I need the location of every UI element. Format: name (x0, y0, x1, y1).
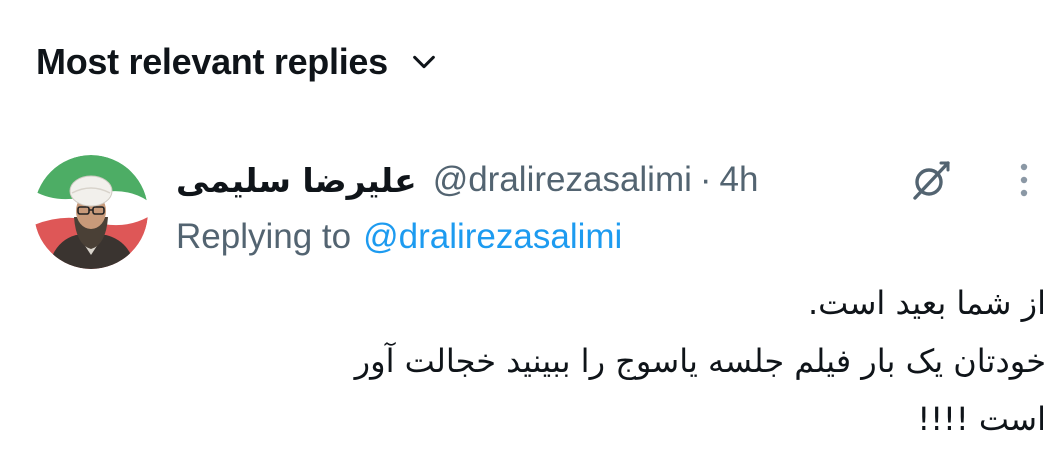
sort-label: Most relevant replies (36, 41, 388, 82)
avatar[interactable] (34, 155, 148, 269)
author-row: علیرضا سلیمی @dralirezasalimi · 4h (176, 154, 758, 206)
tweet-timestamp[interactable]: 4h (720, 160, 759, 200)
author-handle[interactable]: @dralirezasalimi (433, 160, 692, 200)
sort-replies-dropdown[interactable]: Most relevant replies (36, 38, 438, 86)
tweet-text: از شما بعید است. خودتان یک بار فیلم جلسه… (200, 274, 1046, 448)
replying-to: Replying to @dralirezasalimi (176, 212, 622, 262)
author-display-name[interactable]: علیرضا سلیمی (176, 161, 417, 200)
grok-icon[interactable] (903, 152, 959, 208)
separator-dot: · (699, 160, 712, 199)
tweet-text-line: خودتان یک بار فیلم جلسه یاسوج را ببینید … (354, 342, 1046, 380)
tweet-text-line: از شما بعید است. (807, 284, 1046, 322)
tweet-text-line: است !!!! (917, 400, 1046, 438)
replies-panel: Most relevant replies علیرضا سلیمی @dral… (0, 0, 1053, 455)
replying-to-handle-link[interactable]: @dralirezasalimi (363, 217, 622, 257)
chevron-down-icon (410, 48, 438, 76)
replying-to-label: Replying to (176, 217, 352, 256)
more-icon[interactable] (1004, 158, 1044, 202)
